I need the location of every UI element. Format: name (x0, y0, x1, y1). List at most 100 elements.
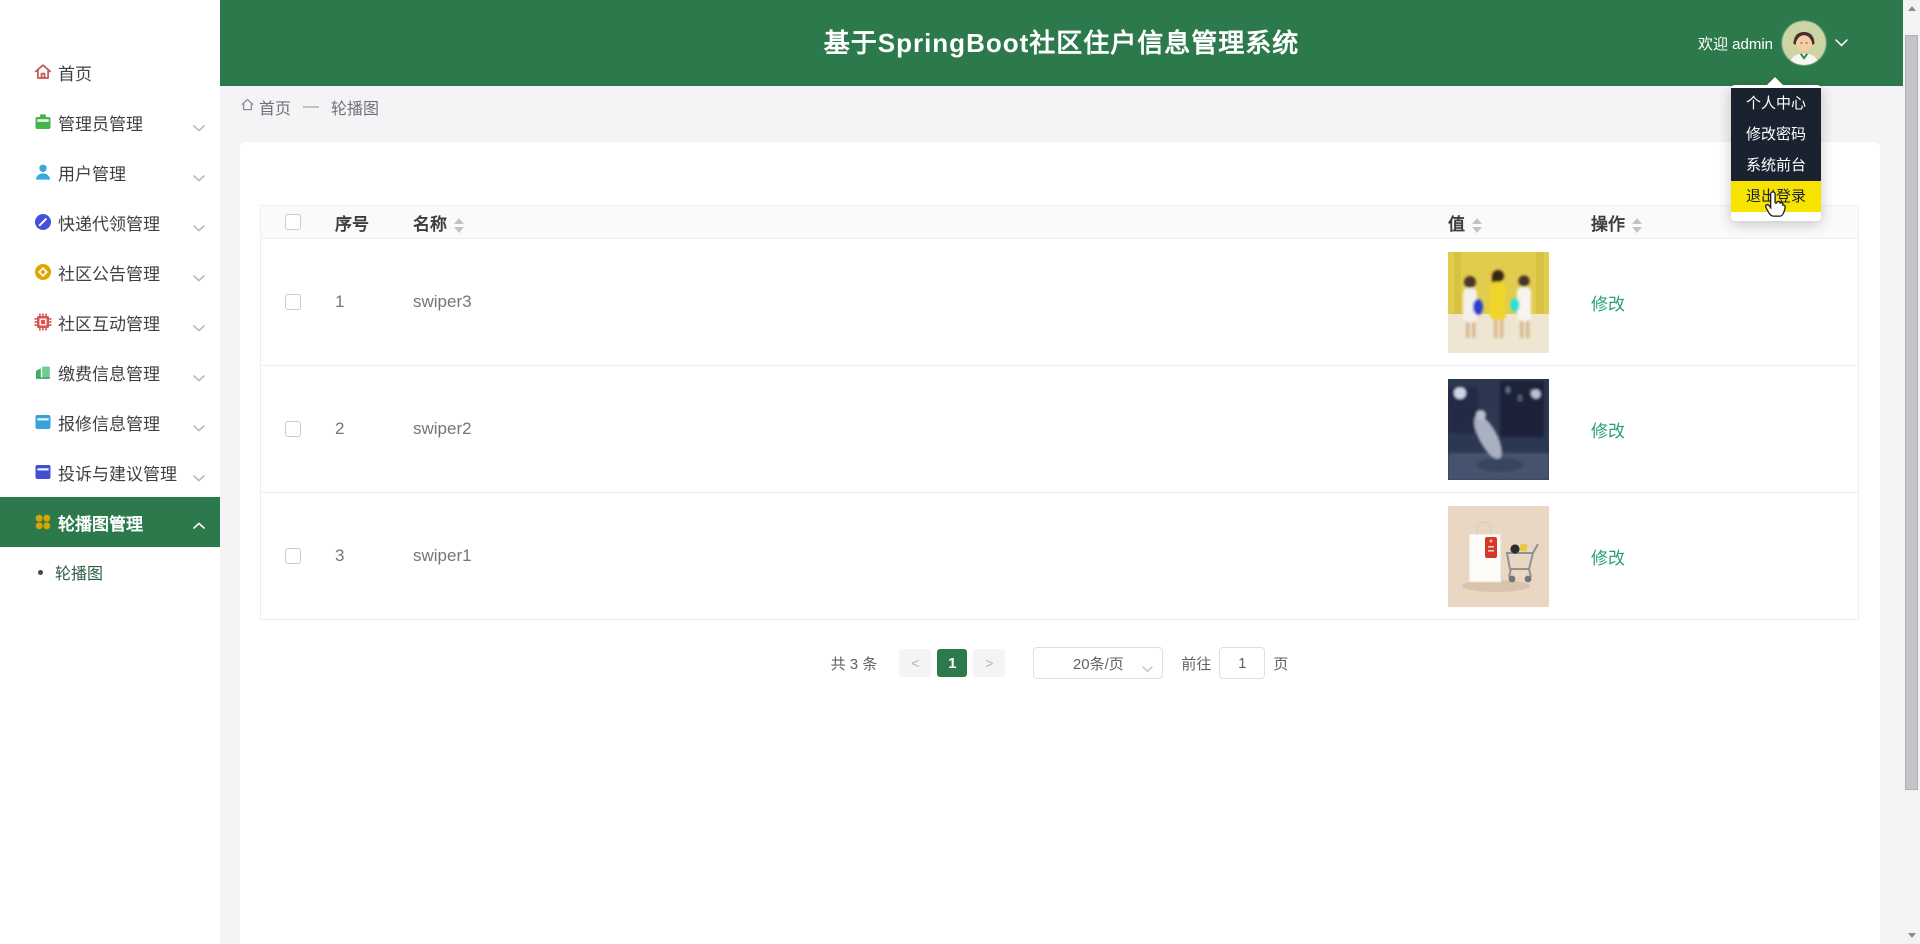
window-icon (33, 462, 53, 482)
sidebar-item-user-mgmt[interactable]: 用户管理 (0, 147, 220, 197)
sidebar-item-express-mgmt[interactable]: 快递代领管理 (0, 197, 220, 247)
sidebar-item-repair-mgmt[interactable]: 报修信息管理 (0, 397, 220, 447)
sidebar-item-label: 报修信息管理 (58, 414, 160, 434)
chevron-up-icon (193, 517, 205, 537)
swiper2-thumbnail (1448, 378, 1549, 480)
main-area: 基于SpringBoot社区住户信息管理系统 欢迎 admin 首页 — 轮播图 (220, 0, 1903, 944)
table-header-row: 序号 名称 值 操作 (261, 206, 1858, 239)
sidebar-item-interact-mgmt[interactable]: 社区互动管理 (0, 297, 220, 347)
breadcrumb-home-link[interactable]: 首页 (240, 95, 291, 119)
avatar[interactable] (1782, 21, 1826, 65)
cell-index: 2 (335, 419, 345, 438)
cell-image (1448, 505, 1573, 607)
column-header-name: 名称 (403, 210, 1448, 235)
sidebar-item-complaint-mgmt[interactable]: 投诉与建议管理 (0, 447, 220, 497)
breadcrumb: 首页 — 轮播图 (220, 86, 1903, 127)
sidebar: 首页 管理员管理 用户管理 快递代领管理 社区公告管理 社区互动管理 缴费信息管… (0, 0, 220, 944)
chevron-down-icon (193, 117, 205, 137)
chevron-down-icon (193, 367, 205, 387)
bullet-dot-icon (38, 570, 43, 575)
header-bar: 基于SpringBoot社区住户信息管理系统 欢迎 admin (220, 0, 1903, 86)
select-all-checkbox[interactable] (285, 214, 301, 230)
pagination: 共 3 条 < 1 > 20条/页 前往 页 (260, 646, 1859, 680)
buildings-icon (33, 362, 53, 382)
user-area: 欢迎 admin (1698, 0, 1848, 86)
pen-circle-icon (33, 212, 53, 232)
edit-link[interactable]: 修改 (1591, 295, 1625, 314)
page-size-select[interactable]: 20条/页 (1033, 647, 1164, 679)
carousel-table: 序号 名称 值 操作 1 swiper3 修改 2 swiper2 修改 3 s… (260, 205, 1859, 620)
cell-index: 1 (335, 292, 345, 311)
page-title: 基于SpringBoot社区住户信息管理系统 (823, 28, 1300, 58)
chevron-down-icon (193, 167, 205, 187)
sidebar-item-admin-mgmt[interactable]: 管理员管理 (0, 97, 220, 147)
content-card: 序号 名称 值 操作 1 swiper3 修改 2 swiper2 修改 3 s… (240, 142, 1880, 944)
scrollbar-thumb[interactable] (1905, 35, 1918, 790)
menu-item-logout[interactable]: 退出登录 (1731, 181, 1821, 212)
chevron-down-icon (1142, 660, 1154, 677)
sidebar-item-label: 投诉与建议管理 (58, 464, 177, 484)
row-checkbox[interactable] (285, 294, 301, 310)
goto-page-input[interactable] (1219, 647, 1266, 679)
welcome-text: 欢迎 admin (1697, 35, 1773, 53)
goto-unit-label: 页 (1273, 655, 1289, 673)
chevron-down-icon (193, 417, 205, 437)
cell-name: swiper3 (413, 292, 472, 311)
table-row: 1 swiper3 修改 (261, 239, 1858, 366)
cell-name: swiper2 (413, 419, 472, 438)
scroll-down-button[interactable] (1903, 927, 1920, 944)
dropdown-arrow (1767, 77, 1783, 85)
cell-image (1448, 378, 1573, 480)
sidebar-item-label: 缴费信息管理 (58, 364, 160, 384)
sidebar-item-home[interactable]: 首页 (0, 47, 220, 97)
home-outline-icon (240, 97, 255, 117)
sidebar-item-label: 管理员管理 (58, 114, 143, 134)
chevron-down-icon (193, 267, 205, 287)
chevron-down-icon (193, 317, 205, 337)
table-row: 3 swiper1 修改 (261, 493, 1858, 620)
sidebar-subitem-carousel[interactable]: 轮播图 (0, 547, 220, 597)
menu-item-front-site[interactable]: 系统前台 (1731, 150, 1821, 181)
next-page-button[interactable]: > (973, 649, 1006, 677)
sidebar-subitem-label: 轮播图 (55, 566, 104, 583)
dropdown-menu: 个人中心 修改密码 系统前台 退出登录 (1731, 85, 1821, 221)
row-checkbox[interactable] (285, 421, 301, 437)
scroll-up-button[interactable] (1903, 0, 1920, 17)
vertical-scrollbar (1903, 0, 1920, 944)
column-header-value: 值 (1448, 210, 1573, 235)
sidebar-item-carousel-mgmt[interactable]: 轮播图管理 (0, 497, 220, 547)
chevron-down-icon (193, 467, 205, 487)
sidebar-item-label: 轮播图管理 (58, 514, 143, 534)
sidebar-item-notice-mgmt[interactable]: 社区公告管理 (0, 247, 220, 297)
column-header-index: 序号 (335, 214, 369, 234)
chevron-down-icon[interactable] (1835, 39, 1848, 47)
sidebar-item-payment-mgmt[interactable]: 缴费信息管理 (0, 347, 220, 397)
sort-carets-icon[interactable] (1472, 217, 1482, 233)
breadcrumb-current: 轮播图 (331, 100, 380, 118)
menu-item-profile[interactable]: 个人中心 (1731, 88, 1821, 119)
sort-carets-icon[interactable] (1632, 217, 1642, 233)
pagination-total: 共 3 条 (830, 655, 878, 673)
chip-icon (33, 312, 53, 332)
cell-index: 3 (335, 546, 345, 565)
chevron-down-icon (193, 217, 205, 237)
page-1-button[interactable]: 1 (937, 649, 968, 677)
breadcrumb-separator: — (303, 97, 320, 115)
cell-name: swiper1 (413, 546, 472, 565)
user-dropdown: 个人中心 修改密码 系统前台 退出登录 (1731, 77, 1821, 221)
row-checkbox[interactable] (285, 548, 301, 564)
prev-page-button[interactable]: < (899, 649, 932, 677)
cell-image (1448, 251, 1573, 353)
goto-label: 前往 (1181, 655, 1212, 673)
admin-page: 首页 管理员管理 用户管理 快递代领管理 社区公告管理 社区互动管理 缴费信息管… (0, 0, 1920, 944)
window-icon (33, 412, 53, 432)
menu-item-change-password[interactable]: 修改密码 (1731, 119, 1821, 150)
edit-link[interactable]: 修改 (1591, 549, 1625, 568)
sort-carets-icon[interactable] (454, 217, 464, 233)
user-icon (33, 162, 53, 182)
sidebar-item-label: 社区互动管理 (58, 314, 160, 334)
coin-icon (33, 262, 53, 282)
edit-link[interactable]: 修改 (1591, 422, 1625, 441)
page-size-value: 20条/页 (1072, 655, 1124, 673)
sidebar-item-label: 用户管理 (58, 164, 126, 184)
